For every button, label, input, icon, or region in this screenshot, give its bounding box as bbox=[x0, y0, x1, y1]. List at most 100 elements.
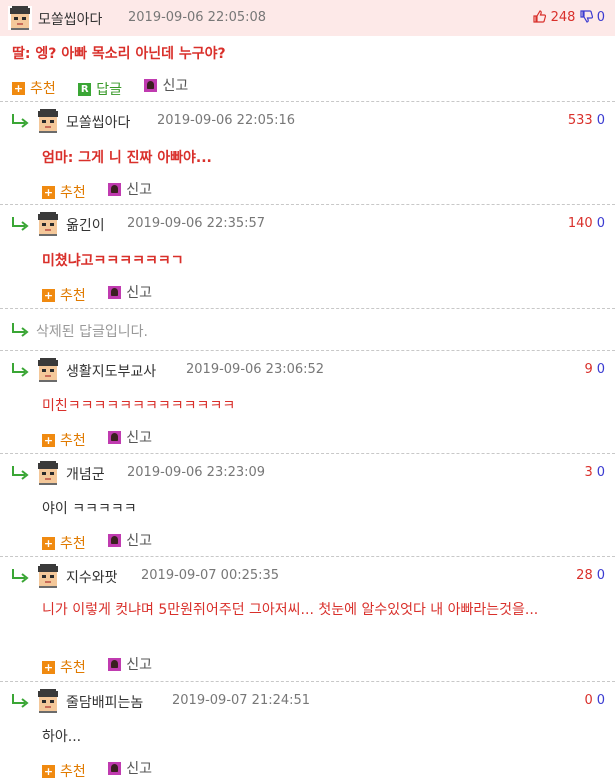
top-comment-header: 모쏠씹아다 2019-09-06 22:05:08 248 0 bbox=[0, 0, 615, 36]
thumbs-down-icon[interactable] bbox=[579, 10, 593, 27]
avatar[interactable] bbox=[36, 564, 60, 588]
report-button[interactable]: 신고 bbox=[108, 654, 152, 674]
upvote-count: 248 bbox=[550, 10, 576, 25]
reply-date: 2019-09-06 23:06:52 bbox=[186, 362, 325, 377]
recommend-button[interactable]: + 추천 bbox=[42, 657, 86, 677]
reply-actions: + 추천 신고 bbox=[42, 758, 170, 781]
reply-date: 2019-09-07 00:25:35 bbox=[141, 568, 280, 583]
recommend-button[interactable]: + 추천 bbox=[42, 761, 86, 781]
reply-text: 야이 ㅋㅋㅋㅋㅋ bbox=[42, 501, 137, 517]
plus-icon: + bbox=[42, 536, 55, 550]
recommend-button[interactable]: + 추천 bbox=[42, 430, 86, 450]
reply-text: 미친ㅋㅋㅋㅋㅋㅋㅋㅋㅋㅋㅋㅋㅋ bbox=[42, 398, 236, 414]
avatar[interactable] bbox=[36, 358, 60, 382]
reply-date: 2019-09-07 21:24:51 bbox=[172, 693, 311, 708]
reply-date: 2019-09-06 22:35:57 bbox=[127, 216, 266, 231]
vote-counts: 00 bbox=[584, 693, 605, 708]
upvote-count[interactable]: 140 bbox=[568, 216, 593, 231]
reply-text: 엄마: 그게 니 진짜 아빠야... bbox=[42, 150, 212, 166]
comment-date: 2019-09-06 22:05:08 bbox=[128, 10, 267, 25]
recommend-button[interactable]: + 추천 bbox=[42, 182, 86, 202]
reply-author[interactable]: 모쏠씹아다 bbox=[66, 112, 130, 132]
vote-counts: 30 bbox=[584, 465, 605, 480]
reply-author[interactable]: 생활지도부교사 bbox=[66, 361, 156, 381]
reply-arrow-icon bbox=[12, 113, 28, 128]
upvote-count[interactable]: 9 bbox=[584, 362, 592, 377]
avatar[interactable] bbox=[36, 109, 60, 133]
vote-counts: 140 0 bbox=[568, 216, 605, 231]
recommend-button[interactable]: + 추천 bbox=[42, 533, 86, 553]
upvote-count[interactable]: 28 bbox=[576, 568, 593, 583]
comment-author[interactable]: 모쏠씹아다 bbox=[38, 9, 102, 29]
plus-icon: + bbox=[42, 288, 55, 302]
top-comment: 모쏠씹아다 2019-09-06 22:05:08 248 0 딸: 엥? 아빠… bbox=[0, 0, 615, 101]
siren-icon bbox=[108, 285, 122, 299]
avatar[interactable] bbox=[36, 212, 60, 236]
siren-icon bbox=[108, 657, 122, 671]
siren-icon bbox=[108, 430, 122, 444]
downvote-count[interactable]: 0 bbox=[597, 113, 605, 128]
avatar[interactable] bbox=[36, 689, 60, 713]
reply-arrow-icon bbox=[12, 465, 28, 480]
plus-icon: + bbox=[12, 81, 25, 95]
reply-date: 2019-09-06 23:23:09 bbox=[127, 465, 266, 480]
reply-item: 생활지도부교사 2019-09-06 23:06:52 90 미친ㅋㅋㅋㅋㅋㅋㅋ… bbox=[0, 350, 615, 453]
vote-counts: 90 bbox=[584, 362, 605, 377]
reply-actions: + 추천 신고 bbox=[42, 530, 170, 553]
report-button[interactable]: 신고 bbox=[108, 427, 152, 447]
reply-author[interactable]: 개념군 bbox=[66, 464, 105, 484]
comment-actions: + 추천 R 답글 신고 bbox=[12, 75, 206, 99]
siren-icon bbox=[108, 533, 122, 547]
reply-text: 미쳤냐고ㅋㅋㅋㅋㅋㅋㄱ bbox=[42, 253, 184, 269]
report-button[interactable]: 신고 bbox=[108, 179, 152, 199]
report-button[interactable]: 신고 bbox=[108, 530, 152, 550]
reply-author[interactable]: 옮긴이 bbox=[66, 215, 105, 235]
upvote-count[interactable]: 0 bbox=[584, 693, 592, 708]
plus-icon: + bbox=[42, 660, 55, 674]
vote-counts: 248 0 bbox=[533, 10, 605, 27]
vote-counts: 533 0 bbox=[568, 113, 605, 128]
comment-text: 딸: 엥? 아빠 목소리 아닌데 누구야? bbox=[12, 46, 226, 62]
reply-arrow-icon bbox=[12, 216, 28, 231]
avatar[interactable] bbox=[36, 461, 60, 485]
reply-item: 개념군 2019-09-06 23:23:09 30 야이 ㅋㅋㅋㅋㅋ + 추천 … bbox=[0, 453, 615, 556]
reply-item: 모쏠씹아다 2019-09-06 22:05:16 533 0 엄마: 그게 니 … bbox=[0, 101, 615, 204]
report-button[interactable]: 신고 bbox=[108, 758, 152, 778]
reply-author[interactable]: 지수와팟 bbox=[66, 567, 118, 587]
report-button[interactable]: 신고 bbox=[108, 282, 152, 302]
siren-icon bbox=[108, 182, 122, 196]
downvote-count[interactable]: 0 bbox=[597, 465, 605, 480]
plus-icon: + bbox=[42, 185, 55, 199]
deleted-reply-text: 삭제된 답글입니다. bbox=[36, 324, 148, 340]
plus-icon: + bbox=[42, 433, 55, 447]
vote-counts: 28 0 bbox=[576, 568, 605, 583]
reply-actions: + 추천 신고 bbox=[42, 282, 170, 305]
reply-arrow-icon bbox=[12, 362, 28, 377]
reply-date: 2019-09-06 22:05:16 bbox=[157, 113, 296, 128]
reply-button[interactable]: R 답글 bbox=[78, 79, 122, 99]
reply-r-icon: R bbox=[78, 82, 92, 96]
reply-arrow-icon bbox=[12, 568, 28, 583]
thumbs-up-icon[interactable] bbox=[533, 10, 547, 27]
upvote-count[interactable]: 3 bbox=[584, 465, 592, 480]
reply-arrow-icon bbox=[12, 322, 28, 337]
reply-actions: + 추천 신고 bbox=[42, 179, 170, 202]
deleted-reply-item: 삭제된 답글입니다. bbox=[0, 308, 615, 350]
siren-icon bbox=[144, 78, 158, 92]
reply-actions: + 추천 신고 bbox=[42, 654, 170, 677]
downvote-count[interactable]: 0 bbox=[597, 216, 605, 231]
reply-author[interactable]: 줄담배피는놈 bbox=[66, 692, 143, 712]
recommend-button[interactable]: + 추천 bbox=[42, 285, 86, 305]
avatar[interactable] bbox=[8, 6, 32, 30]
downvote-count[interactable]: 0 bbox=[597, 693, 605, 708]
upvote-count[interactable]: 533 bbox=[568, 113, 593, 128]
downvote-count[interactable]: 0 bbox=[597, 568, 605, 583]
recommend-button[interactable]: + 추천 bbox=[12, 78, 56, 98]
downvote-count: 0 bbox=[596, 10, 605, 25]
report-button[interactable]: 신고 bbox=[144, 75, 188, 95]
siren-icon bbox=[108, 761, 122, 775]
downvote-count[interactable]: 0 bbox=[597, 362, 605, 377]
plus-icon: + bbox=[42, 764, 55, 778]
reply-actions: + 추천 신고 bbox=[42, 427, 170, 450]
reply-item: 지수와팟 2019-09-07 00:25:35 28 0 니가 이렇게 컷냐며 … bbox=[0, 556, 615, 681]
